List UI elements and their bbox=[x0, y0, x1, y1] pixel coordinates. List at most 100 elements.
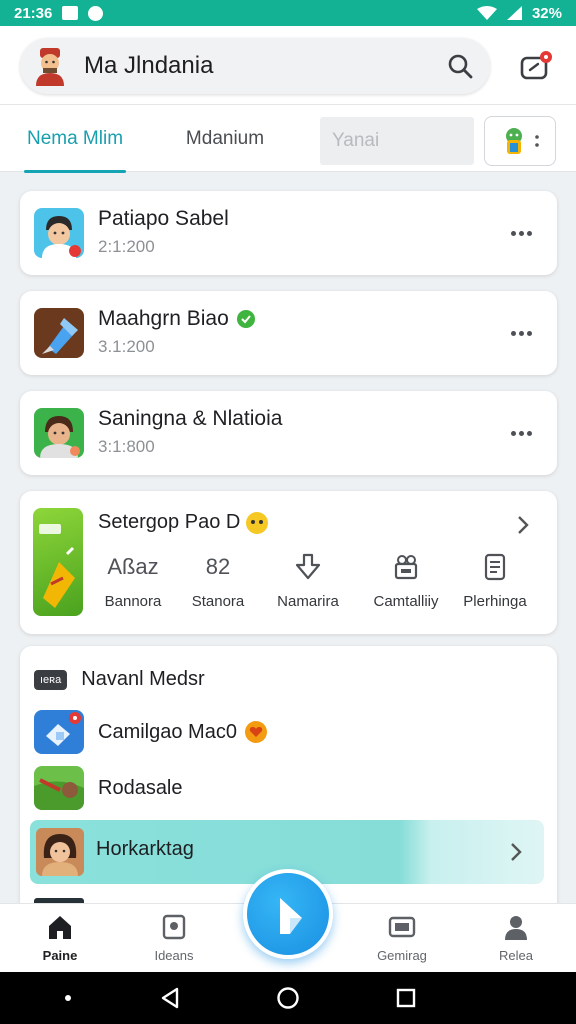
nav-item-home[interactable]: Paine bbox=[10, 912, 110, 968]
nav-label: Ideans bbox=[154, 948, 194, 963]
status-time: 21:36 bbox=[14, 4, 53, 22]
list-item-avatar bbox=[36, 828, 84, 876]
people-icon bbox=[394, 555, 418, 580]
system-dot-button[interactable] bbox=[56, 986, 80, 1010]
list-item-label: Rodasale bbox=[98, 776, 183, 799]
stat-camtalliiy[interactable]: Camtalliiy bbox=[361, 551, 451, 621]
person-icon bbox=[505, 916, 527, 940]
list-item-label: Horkarktag bbox=[96, 838, 194, 860]
tab-bar: Nema Mlim Mdanium Yanai bbox=[0, 104, 576, 173]
stat-label: Bannora bbox=[104, 593, 162, 610]
more-vertical-icon bbox=[535, 135, 539, 147]
profile-avatar[interactable] bbox=[30, 46, 70, 86]
emoji-icon bbox=[246, 511, 269, 534]
wifi-icon bbox=[476, 6, 497, 20]
chevron-right-icon bbox=[518, 516, 529, 534]
more-horizontal-icon bbox=[510, 230, 532, 236]
page-title: Ma Jlndania bbox=[84, 52, 214, 79]
tab-nema-mlim[interactable]: Nema Mlim bbox=[20, 105, 130, 173]
list-item-label: Camilgao Mac0 bbox=[98, 721, 267, 744]
tab-label: Nema Mlim bbox=[26, 128, 124, 149]
more-horizontal-icon bbox=[510, 330, 532, 336]
list-item[interactable]: Rodasale bbox=[34, 766, 183, 810]
android-icon bbox=[506, 128, 522, 154]
chat-more-button[interactable] bbox=[509, 421, 533, 445]
stat-value: 82 bbox=[205, 554, 231, 579]
compose-fab[interactable] bbox=[243, 869, 333, 959]
recents-icon bbox=[396, 988, 416, 1008]
verified-icon bbox=[236, 310, 255, 328]
list-title: Navanl Medsr bbox=[81, 668, 205, 690]
app-bar: Ma Jlndania bbox=[0, 26, 576, 104]
feature-open-button[interactable] bbox=[513, 513, 533, 537]
chat-avatar bbox=[34, 208, 84, 258]
nav-item-ideans[interactable]: Ideans bbox=[124, 912, 224, 968]
chevron-right-icon bbox=[511, 843, 522, 861]
tab-yanai[interactable]: Yanai bbox=[320, 117, 474, 165]
highlight-open-button[interactable] bbox=[506, 840, 526, 864]
chat-time: 3:1:800 bbox=[98, 437, 155, 456]
home-circle-icon bbox=[277, 987, 299, 1009]
photo-icon bbox=[162, 914, 186, 940]
status-bar: 21:36 32% bbox=[0, 0, 576, 26]
list-item-icon bbox=[34, 766, 84, 810]
stat-bannora[interactable]: Aßaz Bannora bbox=[88, 551, 178, 621]
system-nav-bar bbox=[0, 972, 576, 1024]
notifications-button[interactable] bbox=[514, 46, 558, 86]
search-icon bbox=[448, 54, 473, 79]
stat-label: Stanora bbox=[191, 593, 245, 610]
nav-label: Paine bbox=[42, 948, 78, 963]
header-pill[interactable]: Ma Jlndania bbox=[20, 38, 490, 94]
stat-label: Namarira bbox=[277, 593, 339, 610]
nav-label: Relea bbox=[499, 948, 533, 963]
stat-stanora[interactable]: 82 Stanora bbox=[173, 551, 263, 621]
stat-plerhinga[interactable]: Plerhinga bbox=[450, 551, 540, 621]
chat-time: 3.1:200 bbox=[98, 337, 155, 356]
chat-time: 2:1:200 bbox=[98, 237, 155, 256]
heart-icon bbox=[244, 721, 267, 743]
dot-icon bbox=[65, 995, 71, 1001]
stat-value: Aßaz bbox=[107, 554, 159, 579]
list-item-icon bbox=[34, 710, 84, 754]
cursor-icon bbox=[280, 898, 302, 934]
stat-label: Plerhinga bbox=[463, 593, 527, 610]
home-icon bbox=[49, 916, 71, 939]
tab-overflow-button[interactable] bbox=[484, 116, 556, 166]
search-button[interactable] bbox=[444, 50, 476, 82]
nav-label: Gemirag bbox=[377, 948, 427, 963]
notification-icon bbox=[62, 6, 79, 20]
download-icon bbox=[295, 553, 321, 580]
chat-more-button[interactable] bbox=[509, 321, 533, 345]
chat-avatar bbox=[34, 408, 84, 458]
feature-thumbnail bbox=[33, 508, 83, 616]
battery-text: 32% bbox=[531, 4, 562, 22]
chat-card[interactable]: Patiapo Sabel 2:1:200 bbox=[20, 191, 557, 275]
stat-namarira[interactable]: Namarira bbox=[263, 551, 353, 621]
list-header: ıeʀa Navanl Medsr bbox=[34, 668, 205, 691]
system-home-button[interactable] bbox=[276, 986, 300, 1010]
active-tab-indicator bbox=[24, 170, 126, 173]
chat-card[interactable]: Saningna & Nlatioia 3:1:800 bbox=[20, 391, 557, 475]
tab-label: Yanai bbox=[332, 130, 380, 151]
tab-mdanium[interactable]: Mdanium bbox=[170, 105, 280, 173]
chat-name: Saningna & Nlatioia bbox=[98, 407, 283, 430]
list-tag: ıeʀa bbox=[34, 669, 68, 690]
more-horizontal-icon bbox=[510, 430, 532, 436]
nav-item-gemirag[interactable]: Gemirag bbox=[352, 912, 452, 968]
list-item[interactable]: Camilgao Mac0 bbox=[34, 710, 267, 754]
document-icon bbox=[484, 553, 506, 581]
system-recents-button[interactable] bbox=[394, 986, 418, 1010]
back-icon bbox=[161, 987, 179, 1009]
gaming-icon bbox=[388, 916, 416, 938]
nav-item-relea[interactable]: Relea bbox=[466, 912, 566, 968]
bell-icon bbox=[520, 51, 552, 80]
system-back-button[interactable] bbox=[158, 986, 182, 1010]
feature-title: Setergop Pao D bbox=[98, 511, 269, 534]
feature-card[interactable]: Setergop Pao D Aßaz Bannora 82 Stanora N… bbox=[20, 491, 557, 634]
chat-name: Maahgrn Biao bbox=[98, 307, 255, 331]
stat-label: Camtalliiy bbox=[373, 593, 439, 610]
chat-card[interactable]: Maahgrn Biao 3.1:200 bbox=[20, 291, 557, 375]
tab-label: Mdanium bbox=[185, 128, 265, 149]
chat-avatar bbox=[34, 308, 84, 358]
chat-more-button[interactable] bbox=[509, 221, 533, 245]
